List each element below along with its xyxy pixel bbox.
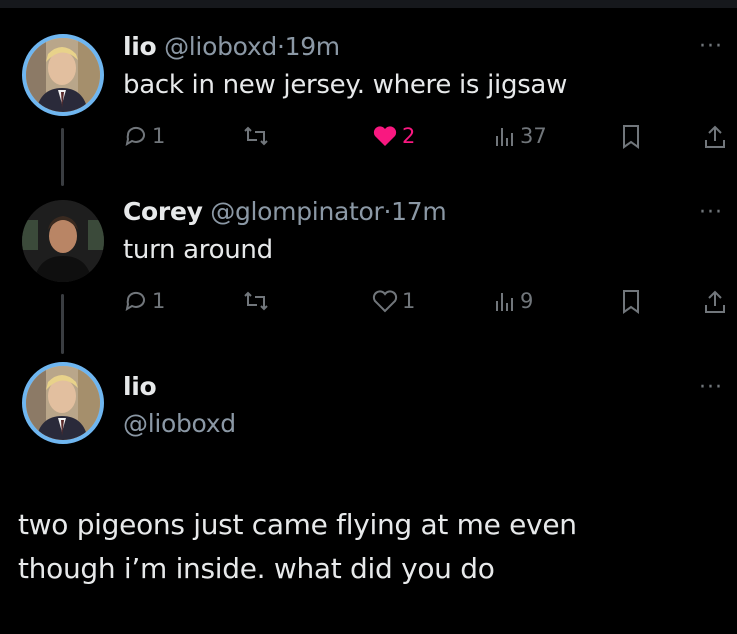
share-button[interactable] [703, 289, 727, 315]
main-tweet-text-line: though i’m inside. what did you do [18, 552, 495, 585]
more-options-icon[interactable]: ··· [699, 202, 723, 224]
thread-line [61, 294, 64, 354]
views-button[interactable]: 9 [494, 289, 533, 313]
reply-button[interactable]: 1 [124, 124, 165, 148]
bookmark-button[interactable] [620, 124, 642, 150]
main-tweet-text: two pigeons just came flying at me even … [18, 503, 718, 591]
more-options-icon[interactable]: ··· [699, 36, 723, 58]
bookmark-icon [623, 290, 639, 314]
retweet-button[interactable] [243, 124, 269, 148]
author-name[interactable]: Corey [123, 197, 203, 226]
author-handle[interactable]: @lioboxd [164, 32, 277, 61]
like-button[interactable]: 1 [372, 289, 415, 313]
tweet-time[interactable]: 19m [285, 32, 341, 61]
retweet-icon [244, 291, 268, 311]
avatar[interactable] [22, 34, 104, 116]
tweet-text: turn around [123, 235, 273, 265]
more-options-icon[interactable]: ··· [699, 377, 723, 399]
share-icon [705, 290, 725, 313]
reply-button[interactable]: 1 [124, 289, 165, 313]
author-name[interactable]: lio [123, 372, 157, 401]
separator-dot: · [383, 197, 392, 226]
views-count: 37 [520, 124, 547, 148]
views-icon [496, 293, 513, 311]
views-count: 9 [520, 289, 534, 313]
tweet-header: Corey @glompinator·17m [123, 197, 447, 226]
tweet-time[interactable]: 17m [391, 197, 447, 226]
thread-line [61, 128, 64, 186]
author-handle[interactable]: @glompinator [210, 197, 384, 226]
reply-count: 1 [152, 124, 166, 148]
top-divider [0, 0, 737, 8]
like-count: 1 [402, 289, 416, 313]
main-tweet-text-line: two pigeons just came flying at me even [18, 508, 577, 541]
share-icon [705, 125, 725, 148]
retweet-icon [244, 126, 268, 146]
avatar[interactable] [22, 362, 104, 444]
tweet-header: lio @lioboxd·19m [123, 32, 340, 61]
bookmark-button[interactable] [620, 289, 642, 315]
tweet-text: back in new jersey. where is jigsaw [123, 70, 568, 100]
like-count: 2 [402, 124, 416, 148]
reply-count: 1 [152, 289, 166, 313]
author-handle[interactable]: @lioboxd [123, 409, 236, 438]
reply-icon [125, 291, 145, 312]
reply-icon [125, 126, 145, 147]
views-icon [496, 128, 513, 146]
like-button[interactable]: 2 [372, 124, 415, 148]
separator-dot: · [276, 32, 285, 61]
retweet-button[interactable] [243, 289, 269, 313]
heart-outline-icon [372, 290, 398, 313]
author-name[interactable]: lio [123, 32, 157, 61]
heart-icon [373, 126, 397, 146]
share-button[interactable] [703, 124, 727, 150]
bookmark-icon [623, 125, 639, 149]
avatar[interactable] [22, 200, 104, 282]
views-button[interactable]: 37 [494, 124, 547, 148]
